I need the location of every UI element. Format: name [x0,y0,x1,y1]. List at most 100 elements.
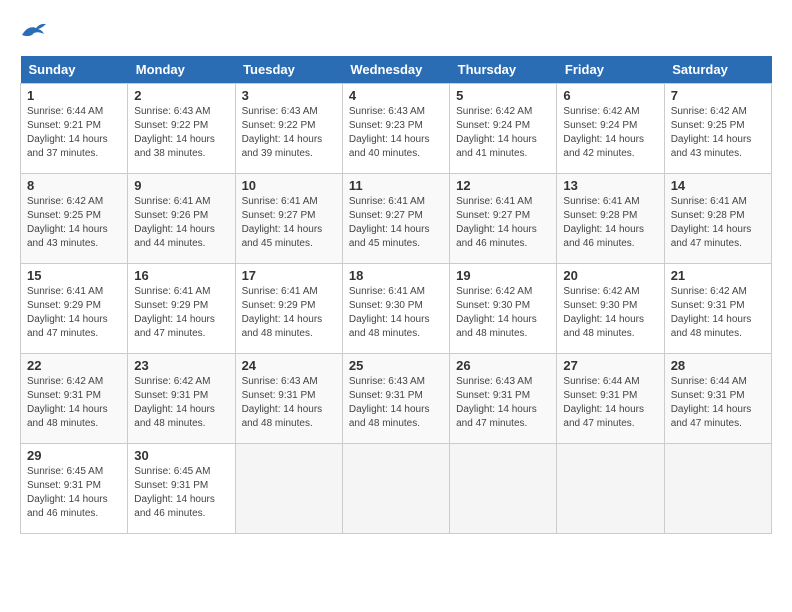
calendar-cell [664,444,771,534]
calendar-cell: 10Sunrise: 6:41 AMSunset: 9:27 PMDayligh… [235,174,342,264]
calendar-cell: 6 Sunrise: 6:42 AMSunset: 9:24 PMDaylight… [557,84,664,174]
day-info: Sunrise: 6:41 AMSunset: 9:29 PMDaylight:… [242,285,336,341]
calendar-cell: 4 Sunrise: 6:43 AMSunset: 9:23 PMDaylight… [342,84,449,174]
calendar-week-3: 15 Sunrise: 6:41 AMSunset: 9:29 PMDayligh… [21,264,772,354]
day-number: 24 [242,358,336,373]
calendar-cell: 21 Sunrise: 6:42 AMSunset: 9:31 PMDayligh… [664,264,771,354]
day-info: Sunrise: 6:41 AMSunset: 9:29 PMDaylight:… [134,285,228,341]
calendar-header-wednesday: Wednesday [342,56,449,84]
calendar-week-2: 8Sunrise: 6:42 AMSunset: 9:25 PMDaylight… [21,174,772,264]
day-number: 30 [134,448,228,463]
day-info: Sunrise: 6:43 AMSunset: 9:23 PMDaylight:… [349,105,443,161]
calendar-cell: 7Sunrise: 6:42 AMSunset: 9:25 PMDaylight… [664,84,771,174]
calendar-cell: 8Sunrise: 6:42 AMSunset: 9:25 PMDaylight… [21,174,128,264]
day-number: 19 [456,268,550,283]
day-info: Sunrise: 6:42 AMSunset: 9:25 PMDaylight:… [671,105,765,161]
calendar-cell: 1Sunrise: 6:44 AMSunset: 9:21 PMDaylight… [21,84,128,174]
day-info: Sunrise: 6:41 AMSunset: 9:27 PMDaylight:… [456,195,550,251]
day-number: 28 [671,358,765,373]
calendar-cell: 26 Sunrise: 6:43 AMSunset: 9:31 PMDayligh… [450,354,557,444]
calendar-header-friday: Friday [557,56,664,84]
calendar-header-sunday: Sunday [21,56,128,84]
calendar-cell [557,444,664,534]
calendar-cell: 14 Sunrise: 6:41 AMSunset: 9:28 PMDayligh… [664,174,771,264]
day-info: Sunrise: 6:45 AMSunset: 9:31 PMDaylight:… [134,465,228,521]
day-info: Sunrise: 6:42 AMSunset: 9:31 PMDaylight:… [671,285,765,341]
day-info: Sunrise: 6:45 AMSunset: 9:31 PMDaylight:… [27,465,121,521]
calendar-cell: 24 Sunrise: 6:43 AMSunset: 9:31 PMDayligh… [235,354,342,444]
day-number: 17 [242,268,336,283]
calendar-cell: 12 Sunrise: 6:41 AMSunset: 9:27 PMDayligh… [450,174,557,264]
day-number: 29 [27,448,121,463]
calendar-header-tuesday: Tuesday [235,56,342,84]
day-number: 18 [349,268,443,283]
day-info: Sunrise: 6:41 AMSunset: 9:27 PMDaylight:… [242,195,336,251]
day-info: Sunrise: 6:43 AMSunset: 9:31 PMDaylight:… [456,375,550,431]
day-number: 23 [134,358,228,373]
day-number: 25 [349,358,443,373]
calendar-header-monday: Monday [128,56,235,84]
calendar-week-5: 29 Sunrise: 6:45 AMSunset: 9:31 PMDayligh… [21,444,772,534]
calendar-cell: 9Sunrise: 6:41 AMSunset: 9:26 PMDaylight… [128,174,235,264]
calendar-header-thursday: Thursday [450,56,557,84]
day-number: 21 [671,268,765,283]
calendar-cell: 17 Sunrise: 6:41 AMSunset: 9:29 PMDayligh… [235,264,342,354]
day-info: Sunrise: 6:44 AMSunset: 9:21 PMDaylight:… [27,105,121,161]
day-info: Sunrise: 6:41 AMSunset: 9:26 PMDaylight:… [134,195,228,251]
calendar-cell: 22 Sunrise: 6:42 AMSunset: 9:31 PMDayligh… [21,354,128,444]
day-number: 27 [563,358,657,373]
day-info: Sunrise: 6:42 AMSunset: 9:30 PMDaylight:… [456,285,550,341]
calendar-week-1: 1Sunrise: 6:44 AMSunset: 9:21 PMDaylight… [21,84,772,174]
calendar-table: SundayMondayTuesdayWednesdayThursdayFrid… [20,56,772,534]
calendar-cell [342,444,449,534]
calendar-cell: 25 Sunrise: 6:43 AMSunset: 9:31 PMDayligh… [342,354,449,444]
day-info: Sunrise: 6:41 AMSunset: 9:29 PMDaylight:… [27,285,121,341]
day-info: Sunrise: 6:41 AMSunset: 9:30 PMDaylight:… [349,285,443,341]
calendar-header-saturday: Saturday [664,56,771,84]
day-number: 22 [27,358,121,373]
day-number: 3 [242,88,336,103]
calendar-cell: 16 Sunrise: 6:41 AMSunset: 9:29 PMDayligh… [128,264,235,354]
day-info: Sunrise: 6:44 AMSunset: 9:31 PMDaylight:… [563,375,657,431]
day-number: 4 [349,88,443,103]
day-info: Sunrise: 6:44 AMSunset: 9:31 PMDaylight:… [671,375,765,431]
calendar-cell: 18 Sunrise: 6:41 AMSunset: 9:30 PMDayligh… [342,264,449,354]
calendar-week-4: 22 Sunrise: 6:42 AMSunset: 9:31 PMDayligh… [21,354,772,444]
calendar-cell: 3Sunrise: 6:43 AMSunset: 9:22 PMDaylight… [235,84,342,174]
calendar-cell: 20 Sunrise: 6:42 AMSunset: 9:30 PMDayligh… [557,264,664,354]
calendar-cell: 11 Sunrise: 6:41 AMSunset: 9:27 PMDayligh… [342,174,449,264]
day-number: 26 [456,358,550,373]
calendar-cell: 15 Sunrise: 6:41 AMSunset: 9:29 PMDayligh… [21,264,128,354]
header [20,20,772,40]
day-info: Sunrise: 6:42 AMSunset: 9:24 PMDaylight:… [563,105,657,161]
day-number: 15 [27,268,121,283]
calendar-cell [235,444,342,534]
day-number: 11 [349,178,443,193]
logo-icon [20,20,48,40]
day-info: Sunrise: 6:41 AMSunset: 9:27 PMDaylight:… [349,195,443,251]
calendar-cell: 2Sunrise: 6:43 AMSunset: 9:22 PMDaylight… [128,84,235,174]
day-info: Sunrise: 6:43 AMSunset: 9:22 PMDaylight:… [134,105,228,161]
day-info: Sunrise: 6:43 AMSunset: 9:31 PMDaylight:… [242,375,336,431]
calendar-cell: 30 Sunrise: 6:45 AMSunset: 9:31 PMDayligh… [128,444,235,534]
day-number: 16 [134,268,228,283]
day-number: 13 [563,178,657,193]
calendar-cell [450,444,557,534]
calendar-cell: 23Sunrise: 6:42 AMSunset: 9:31 PMDayligh… [128,354,235,444]
day-number: 12 [456,178,550,193]
calendar-cell: 19 Sunrise: 6:42 AMSunset: 9:30 PMDayligh… [450,264,557,354]
calendar-cell: 28 Sunrise: 6:44 AMSunset: 9:31 PMDayligh… [664,354,771,444]
calendar-cell: 13 Sunrise: 6:41 AMSunset: 9:28 PMDayligh… [557,174,664,264]
day-info: Sunrise: 6:42 AMSunset: 9:30 PMDaylight:… [563,285,657,341]
logo [20,20,52,40]
day-number: 20 [563,268,657,283]
day-info: Sunrise: 6:41 AMSunset: 9:28 PMDaylight:… [671,195,765,251]
day-number: 5 [456,88,550,103]
calendar-cell: 29 Sunrise: 6:45 AMSunset: 9:31 PMDayligh… [21,444,128,534]
day-number: 6 [563,88,657,103]
day-info: Sunrise: 6:42 AMSunset: 9:31 PMDaylight:… [27,375,121,431]
day-number: 14 [671,178,765,193]
day-number: 8 [27,178,121,193]
day-info: Sunrise: 6:41 AMSunset: 9:28 PMDaylight:… [563,195,657,251]
day-info: Sunrise: 6:43 AMSunset: 9:31 PMDaylight:… [349,375,443,431]
